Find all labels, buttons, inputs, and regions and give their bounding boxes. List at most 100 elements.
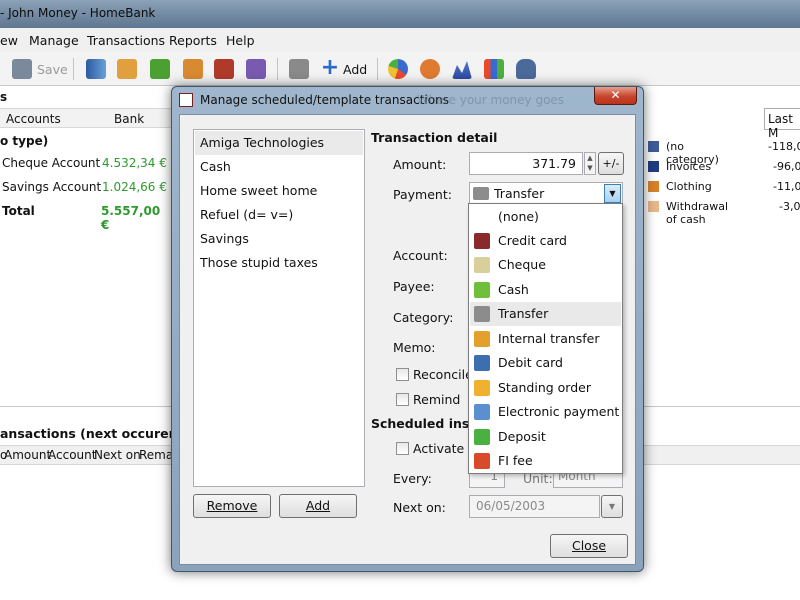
detail-section-title: Transaction detail (371, 130, 498, 145)
amount-spinner[interactable]: ▲ ▼ (584, 152, 596, 175)
list-item[interactable]: Savings (195, 227, 363, 251)
sign-toggle-button[interactable]: +/- (598, 152, 624, 175)
add-button[interactable]: Add (343, 62, 367, 77)
account-row[interactable]: Savings Account 1.024,66 € (0, 177, 172, 199)
categories-icon[interactable] (150, 59, 170, 79)
payees-icon[interactable] (117, 59, 137, 79)
list-item[interactable]: Amiga Technologies (195, 131, 363, 155)
payment-label: Payment: (393, 187, 452, 202)
vehicle-cost-icon[interactable] (516, 59, 536, 79)
payment-option[interactable]: Electronic payment (470, 400, 621, 424)
account-group-label: o type) (0, 134, 49, 148)
balance-report-icon[interactable] (452, 61, 472, 79)
electronic-payment-icon (474, 404, 490, 420)
menu-view[interactable]: ew (0, 33, 18, 48)
scheduled-list[interactable]: Amiga Technologies Cash Home sweet home … (193, 129, 365, 487)
payment-value: Transfer (494, 186, 545, 201)
payment-option[interactable]: Cheque (470, 253, 621, 277)
list-item[interactable]: Home sweet home (195, 179, 363, 203)
payment-combo[interactable]: Transfer ▼ (469, 182, 623, 205)
list-item[interactable]: Cash (195, 155, 363, 179)
payment-option[interactable]: (none) (470, 205, 621, 229)
payment-option-label: Credit card (498, 233, 567, 248)
save-icon[interactable] (12, 59, 32, 79)
menu-transactions[interactable]: Transactions (87, 33, 165, 48)
list-item-label: Savings (200, 231, 249, 246)
chevron-down-icon[interactable]: ▼ (604, 184, 621, 203)
add-schedule-button[interactable]: Add (279, 494, 357, 518)
payment-option-label: Internal transfer (498, 331, 600, 346)
next-on-value: 06/05/2003 (476, 499, 546, 513)
every-label: Every: (393, 471, 432, 486)
homebank-icon (179, 93, 193, 107)
menu-help[interactable]: Help (226, 33, 255, 48)
amount-input[interactable]: 371.79 (469, 152, 583, 175)
activate-checkbox[interactable] (396, 442, 409, 455)
activate-label: Activate (413, 441, 465, 456)
menu-manage[interactable]: Manage (29, 33, 79, 48)
payment-option-label: Standing order (498, 380, 591, 395)
payment-option[interactable]: FI fee (470, 449, 621, 473)
payment-dropdown-list: (none) Credit card Cheque Cash Transfer … (468, 203, 623, 474)
window-title: - John Money - HomeBank (0, 6, 156, 20)
account-label: Account: (393, 248, 448, 263)
account-total-row[interactable]: Total 5.557,00 € (0, 201, 172, 232)
payment-option[interactable]: Internal transfer (470, 327, 621, 351)
transfer-icon (473, 187, 489, 200)
amount-value: 371.79 (532, 156, 576, 171)
cash-icon (474, 282, 490, 298)
period-select[interactable]: Last M (764, 108, 800, 140)
payment-option-label: FI fee (498, 453, 533, 468)
add-icon[interactable]: + (320, 57, 340, 79)
open-account-icon[interactable] (289, 59, 309, 79)
next-on-date-input[interactable]: 06/05/2003 (469, 495, 600, 518)
trend-report-icon[interactable] (484, 59, 504, 79)
payment-option-label: Electronic payment (498, 404, 620, 419)
legend-value: -11,00 (773, 180, 800, 193)
next-on-label: Next on: (393, 500, 446, 515)
budget-report-icon[interactable] (420, 59, 440, 79)
payment-option-label: Debit card (498, 355, 563, 370)
dialog-title: Manage scheduled/template transactions (200, 93, 449, 107)
payee-label: Payee: (393, 279, 435, 294)
legend-value: -96,00 (773, 160, 800, 173)
legend-swatch (648, 181, 659, 192)
remove-button[interactable]: Remove (193, 494, 271, 518)
payment-option[interactable]: Cash (470, 278, 621, 302)
payment-option[interactable]: Transfer (470, 302, 621, 326)
archives-icon[interactable] (183, 59, 203, 79)
category-label: Category: (393, 310, 454, 325)
payment-option[interactable]: Credit card (470, 229, 621, 253)
statistics-icon[interactable] (388, 59, 408, 79)
account-group-row[interactable]: o type) (0, 131, 172, 153)
legend-label: Withdrawal of cash (666, 200, 729, 226)
payment-option[interactable]: Deposit (470, 425, 621, 449)
budget-icon[interactable] (214, 59, 234, 79)
col-account[interactable]: Account (48, 448, 96, 462)
payment-option[interactable]: Standing order (470, 376, 621, 400)
account-row[interactable]: Cheque Account 4.532,34 € (0, 153, 172, 175)
legend-swatch (648, 141, 659, 152)
col-bank[interactable]: Bank (114, 112, 144, 126)
remind-checkbox[interactable] (396, 393, 409, 406)
payment-option[interactable]: Debit card (470, 351, 621, 375)
reconciled-checkbox[interactable] (396, 368, 409, 381)
remove-label: Remove (206, 498, 258, 513)
add-label: Add (305, 498, 331, 513)
save-button[interactable]: Save (37, 62, 68, 77)
list-item[interactable]: Those stupid taxes (195, 251, 363, 275)
col-next-on[interactable]: Next on (94, 448, 141, 462)
menu-reports[interactable]: Reports (169, 33, 217, 48)
accounts-icon[interactable] (86, 59, 106, 79)
accounts-panel: s Accounts Bank o type) Cheque Account 4… (0, 86, 172, 406)
col-amount[interactable]: Amount (4, 448, 51, 462)
list-item[interactable]: Refuel (d= v=) (195, 203, 363, 227)
close-icon[interactable]: ✕ (594, 87, 637, 105)
date-picker-button[interactable]: ▼ (601, 495, 623, 518)
close-button[interactable]: Close (550, 534, 628, 558)
assign-icon[interactable] (246, 59, 266, 79)
menu-bar: ew Manage Transactions Reports Help (0, 28, 800, 52)
amount-label: Amount: (393, 157, 447, 172)
col-accounts[interactable]: Accounts (6, 112, 61, 126)
close-label: Close (571, 538, 607, 553)
